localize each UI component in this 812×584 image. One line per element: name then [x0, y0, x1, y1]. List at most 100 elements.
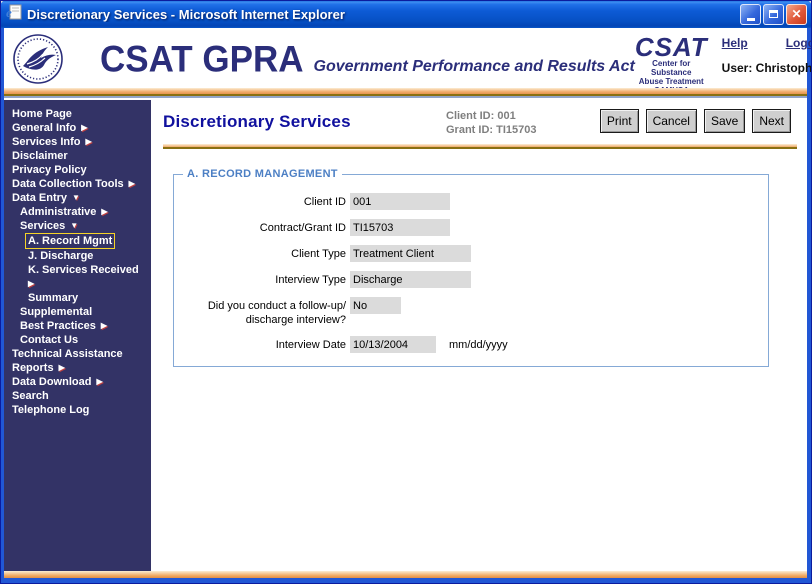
app-header: CSAT GPRA Government Performance and Res…	[4, 28, 812, 95]
minimize-icon	[746, 17, 755, 21]
main-content: Discretionary Services Client ID: 001 Gr…	[151, 100, 807, 571]
window-frame: CSAT GPRA Government Performance and Res…	[0, 28, 812, 584]
cancel-button[interactable]: Cancel	[645, 109, 697, 133]
svg-text:e: e	[6, 5, 12, 20]
field-row-interview-date: Interview Date 10/13/2004 mm/dd/yyyy	[174, 336, 758, 353]
sidebar-item-supplemental[interactable]: Supplemental	[4, 305, 151, 319]
sidebar-item-contact-us[interactable]: Contact Us	[4, 333, 151, 347]
maximize-icon	[769, 10, 778, 18]
sidebar-item-k-services-received[interactable]: K. Services Received ▶	[4, 263, 151, 291]
sidebar-item-label: Data Download	[12, 376, 92, 388]
grant-id-text: Grant ID: TI15703	[446, 124, 537, 136]
sidebar-item-services[interactable]: Services ▼	[4, 219, 151, 233]
arrow-right-icon: ▶	[96, 377, 103, 386]
next-button[interactable]: Next	[752, 109, 791, 133]
sidebar-item-label: Technical Assistance	[12, 348, 123, 360]
sidebar-item-data-collection-tools[interactable]: Data Collection Tools ▶	[4, 177, 151, 191]
arrow-right-icon: ▶	[100, 321, 107, 330]
sidebar-item-label: Contact Us	[20, 334, 79, 346]
arrow-right-icon: ▶	[58, 363, 65, 372]
field-value-box: No	[350, 297, 401, 314]
sidebar-item-data-download[interactable]: Data Download ▶	[4, 375, 151, 389]
csat-logo-acronym: CSAT	[634, 32, 708, 62]
close-icon: ✕	[791, 7, 802, 21]
field-value-box: Treatment Client	[350, 245, 471, 262]
date-format-hint: mm/dd/yyyy	[449, 339, 508, 351]
minimize-button[interactable]	[740, 3, 761, 25]
window-title: Discretionary Services - Microsoft Inter…	[27, 6, 345, 22]
save-button[interactable]: Save	[703, 109, 746, 133]
sidebar-item-telephone-log[interactable]: Telephone Log	[4, 403, 151, 417]
field-value-box: TI15703	[350, 219, 450, 236]
sidebar-item-label: Search	[12, 390, 49, 402]
arrow-right-icon: ▶	[28, 279, 35, 288]
sidebar-item-administrative[interactable]: Administrative ▶	[4, 205, 151, 219]
arrow-right-icon: ▶	[101, 207, 108, 216]
maximize-button[interactable]	[763, 3, 784, 25]
field-label: Interview Date	[275, 339, 346, 351]
bottom-stripe	[4, 571, 807, 578]
sidebar-item-label: Services	[20, 220, 66, 232]
record-ids: Client ID: 001 Grant ID: TI15703	[446, 109, 600, 137]
sidebar-item-a-record-mgmt[interactable]: A. Record Mgmt	[4, 233, 151, 249]
sidebar-item-label: Supplemental	[20, 306, 93, 318]
field-row-contract-grant-id: Contract/Grant ID TI15703	[174, 219, 758, 236]
header-divider-stripe	[4, 88, 807, 100]
field-value-box: Discharge	[350, 271, 471, 288]
content-divider	[163, 144, 797, 149]
field-label: Client ID	[303, 196, 346, 208]
sidebar-item-technical-assistance[interactable]: Technical Assistance	[4, 347, 151, 361]
sidebar-item-label: Summary	[28, 292, 79, 304]
content-header: Discretionary Services Client ID: 001 Gr…	[151, 100, 807, 137]
sidebar-item-search[interactable]: Search	[4, 389, 151, 403]
internet-explorer-icon: e	[6, 4, 22, 25]
field-label: Contract/Grant ID	[259, 222, 346, 234]
sidebar-item-j-discharge[interactable]: J. Discharge	[4, 249, 151, 263]
sidebar-item-privacy-policy[interactable]: Privacy Policy	[4, 163, 151, 177]
print-button[interactable]: Print	[599, 109, 639, 133]
sidebar-item-label: Services Info	[12, 136, 81, 148]
brand-title: CSAT GPRA	[100, 39, 304, 80]
sidebar-item-label: Reports	[12, 362, 54, 374]
field-label: Interview Type	[275, 274, 346, 286]
sidebar-item-label: General Info	[12, 122, 77, 134]
page-body: Home Page General Info ▶ Services Info ▶ Disc…	[4, 100, 807, 571]
sidebar-item-data-entry[interactable]: Data Entry ▼	[4, 191, 151, 205]
arrow-right-icon: ▶	[85, 137, 92, 146]
sidebar-item-summary[interactable]: Summary	[4, 291, 151, 305]
sidebar-item-best-practices[interactable]: Best Practices ▶	[4, 319, 151, 333]
sidebar-item-label: A. Record Mgmt	[25, 233, 116, 249]
client-id-text: Client ID: 001	[446, 110, 516, 122]
sidebar-item-label: J. Discharge	[28, 250, 94, 262]
sidebar-item-services-info[interactable]: Services Info ▶	[4, 135, 151, 149]
title-bar[interactable]: e Discretionary Services - Microsoft Int…	[0, 0, 812, 28]
csat-logo-org-line: Abuse Treatment	[638, 77, 704, 86]
sidebar-item-label: Administrative	[20, 206, 97, 218]
logged-in-user: User: Christopher Shumway	[721, 61, 812, 75]
action-buttons: Print Cancel Save Next	[599, 109, 791, 133]
header-right: Help Logout User: Christopher Shumway	[722, 32, 812, 75]
sidebar-item-label: Privacy Policy	[12, 164, 87, 176]
sidebar-item-label: K. Services Received	[28, 264, 139, 276]
close-button[interactable]: ✕	[786, 3, 807, 25]
sidebar-nav: Home Page General Info ▶ Services Info ▶ Disc…	[4, 100, 151, 571]
sidebar-item-label: Best Practices	[20, 320, 96, 332]
sidebar-item-label: Disclaimer	[12, 150, 68, 162]
sidebar-item-home-page[interactable]: Home Page	[4, 107, 151, 121]
sidebar-item-disclaimer[interactable]: Disclaimer	[4, 149, 151, 163]
sidebar-item-general-info[interactable]: General Info ▶	[4, 121, 151, 135]
field-row-client-type: Client Type Treatment Client	[174, 245, 758, 262]
sidebar-item-reports[interactable]: Reports ▶	[4, 361, 151, 375]
brand-tagline: Government Performance and Results Act	[313, 58, 635, 75]
sidebar-item-label: Data Collection Tools	[12, 178, 124, 190]
field-row-client-id: Client ID 001	[174, 193, 758, 210]
page-title: Discretionary Services	[163, 112, 351, 131]
csat-logo: CSAT Center for Substance Abuse Treatmen…	[634, 32, 708, 95]
hhs-seal-logo	[12, 33, 64, 90]
field-value-box: 10/13/2004	[350, 336, 436, 353]
sidebar-item-label: Data Entry	[12, 192, 68, 204]
field-label: Did you conduct a follow-up/discharge in…	[207, 300, 346, 326]
logout-link[interactable]: Logout	[786, 36, 812, 50]
arrow-down-icon: ▼	[72, 193, 80, 202]
help-link[interactable]: Help	[722, 36, 748, 50]
